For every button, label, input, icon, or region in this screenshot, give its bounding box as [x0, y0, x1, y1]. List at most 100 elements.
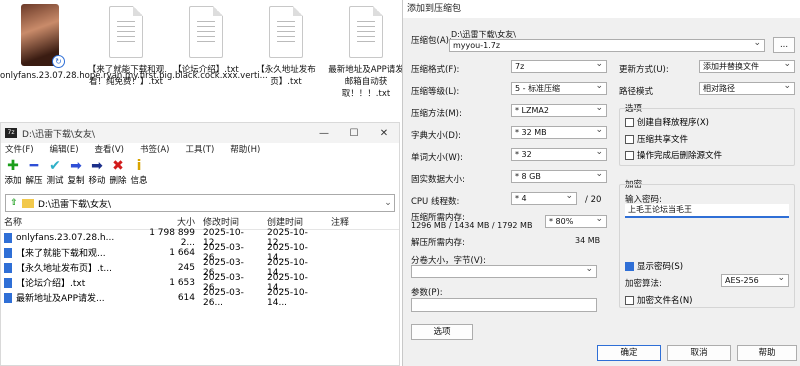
file-size: 1 664 — [169, 247, 195, 258]
file-name: 【永久地址发布页】.t... — [16, 264, 112, 274]
shared-files-checkbox[interactable]: 压缩共享文件 — [625, 133, 688, 145]
title-bar[interactable]: 7z D:\迅雷下载\女友\ — ☐ ✕ — [1, 123, 399, 143]
dict-select[interactable]: * 32 MB — [511, 125, 607, 139]
column-size[interactable]: 大小 — [147, 215, 199, 228]
menu-view[interactable]: 查看(V) — [95, 143, 124, 158]
maximize-button[interactable]: ☐ — [339, 128, 369, 139]
sfx-checkbox[interactable]: 创建自释放程序(X) — [625, 116, 709, 128]
dict-label: 字典大小(D): — [411, 131, 462, 141]
checkbox-box — [625, 261, 634, 271]
menu-bookmarks[interactable]: 书签(A) — [140, 143, 169, 158]
show-password-checkbox[interactable]: 显示密码(S) — [625, 260, 683, 272]
update-select[interactable]: 添加并替换文件 — [699, 59, 795, 73]
menu-help[interactable]: 帮助(H) — [230, 143, 260, 158]
desktop-icon-txt[interactable]: 【永久地址发布页】.txt — [246, 4, 326, 88]
mem-decomp-label: 解压所需内存: — [411, 238, 465, 248]
desktop-icon-video[interactable]: ↻ onlyfans.23.07.28.hope.ryan.my.first.b… — [0, 4, 268, 82]
file-name: 最新地址及APP请发... — [16, 294, 105, 304]
cancel-button[interactable]: 取消 — [667, 345, 731, 361]
move-button[interactable]: ➡ 移动 — [87, 158, 107, 192]
table-row[interactable]: 最新地址及APP请发... 614 2025-03-26... 2025-10-… — [1, 288, 399, 308]
format-select[interactable]: 7z — [511, 59, 607, 73]
desktop-icon-label: 【永久地址发布页】.txt — [256, 65, 316, 87]
toolbar: ✚ 添加 ━ 解压 ✔ 测试 ➡ 复制 ➡ 移动 ✖ 删除 i 信息 — [1, 158, 399, 192]
desktop-icon-txt[interactable]: 【来了就能下载和观看！纯免费！】.txt — [86, 4, 166, 88]
address-path[interactable]: D:\迅雷下载\女友\ — [38, 197, 382, 210]
desktop: ↻ onlyfans.23.07.28.hope.ryan.my.first.b… — [0, 0, 404, 122]
move-label: 移动 — [88, 176, 106, 186]
minimize-button[interactable]: — — [309, 128, 339, 139]
archive-name-input[interactable]: myyou-1.7z — [449, 38, 765, 52]
cpu-label: CPU 线程数: — [411, 197, 460, 207]
test-button[interactable]: ✔ 测试 — [45, 158, 65, 192]
file-manager-window: 7z D:\迅雷下载\女友\ — ☐ ✕ 文件(F) 编辑(E) 查看(V) 书… — [0, 122, 400, 366]
column-created[interactable]: 创建时间 — [263, 215, 327, 228]
delete-button[interactable]: ✖ 删除 — [108, 158, 128, 192]
copy-icon: ➡ — [70, 158, 82, 174]
column-comment[interactable]: 注释 — [327, 215, 387, 228]
file-size: 614 — [177, 292, 195, 303]
password-input[interactable]: 上毛王论坛当毛王 — [625, 204, 789, 218]
info-button[interactable]: i 信息 — [129, 158, 149, 192]
checkbox-label: 加密文件名(N) — [637, 296, 693, 306]
word-select[interactable]: * 32 — [511, 147, 607, 161]
file-name: 【来了就能下载和观... — [16, 249, 106, 259]
desktop-icon-txt[interactable]: 【论坛介绍】.txt — [166, 4, 246, 76]
level-select[interactable]: 5 - 标准压缩 — [511, 81, 607, 95]
delete-icon: ✖ — [112, 158, 124, 174]
path-mode-select[interactable]: 相对路径 — [699, 81, 795, 95]
desktop-icon-label: onlyfans.23.07.28.hope.ryan.my.first.big… — [0, 71, 268, 81]
add-button[interactable]: ✚ 添加 — [3, 158, 23, 192]
file-name: 【论坛介绍】.txt — [16, 279, 86, 289]
menu-file[interactable]: 文件(F) — [5, 143, 34, 158]
update-label: 更新方式(U): — [619, 65, 669, 75]
column-modified[interactable]: 修改时间 — [199, 215, 263, 228]
checkbox-box — [625, 117, 634, 127]
params-label: 参数(P): — [411, 288, 443, 298]
copy-button[interactable]: ➡ 复制 — [66, 158, 86, 192]
copy-label: 复制 — [67, 176, 85, 186]
cpu-select[interactable]: * 4 — [511, 191, 577, 205]
file-icon — [4, 292, 12, 303]
column-name[interactable]: 名称 — [1, 215, 147, 228]
file-icon — [4, 277, 12, 288]
file-size: 1 798 899 2... — [149, 227, 195, 248]
chevron-down-icon[interactable]: ⌄ — [382, 198, 394, 208]
desktop-icon-txt[interactable]: 最新地址及APP请发邮箱自动获取！！！.txt — [326, 4, 406, 100]
file-icon — [4, 232, 12, 243]
browse-button[interactable]: ... — [773, 37, 795, 53]
params-input[interactable] — [411, 298, 597, 312]
address-bar[interactable]: ⇧ D:\迅雷下载\女友\ ⌄ — [5, 194, 395, 212]
file-size: 245 — [177, 262, 195, 273]
file-icon — [4, 247, 12, 258]
split-select[interactable] — [411, 264, 597, 278]
checkbox-label: 创建自释放程序(X) — [637, 118, 709, 128]
menu-tools[interactable]: 工具(T) — [185, 143, 214, 158]
ok-button[interactable]: 确定 — [597, 345, 661, 361]
word-label: 单词大小(W): — [411, 153, 463, 163]
menu-bar: 文件(F) 编辑(E) 查看(V) 书签(A) 工具(T) 帮助(H) — [1, 143, 399, 158]
level-label: 压缩等级(L): — [411, 87, 460, 97]
add-icon: ✚ — [7, 158, 19, 174]
method-label: 压缩方法(M): — [411, 109, 462, 119]
extract-button[interactable]: ━ 解压 — [24, 158, 44, 192]
enc-method-label: 加密算法: — [625, 279, 662, 289]
delete-after-checkbox[interactable]: 操作完成后删除源文件 — [625, 149, 722, 161]
delete-label: 删除 — [109, 176, 127, 186]
test-label: 测试 — [46, 176, 64, 186]
help-button[interactable]: 帮助 — [737, 345, 797, 361]
close-button[interactable]: ✕ — [369, 128, 399, 139]
enc-method-select[interactable]: AES-256 — [721, 273, 789, 287]
options-button[interactable]: 选项 — [411, 324, 473, 340]
mem-usage-select[interactable]: * 80% — [545, 214, 607, 228]
up-arrow-icon[interactable]: ⇧ — [6, 198, 22, 208]
mem-comp-detail: 1296 MB / 1434 MB / 1792 MB — [411, 221, 533, 230]
add-to-archive-dialog: 添加到压缩包 压缩包(A): D:\迅雷下载\女友\ myyou-1.7z ..… — [402, 0, 800, 366]
desktop-icon-label: 【论坛介绍】.txt — [173, 65, 239, 75]
solid-select[interactable]: * 8 GB — [511, 169, 607, 183]
method-select[interactable]: * LZMA2 — [511, 103, 607, 117]
encrypt-names-checkbox[interactable]: 加密文件名(N) — [625, 294, 693, 306]
extract-label: 解压 — [25, 176, 43, 186]
text-file-icon — [349, 6, 383, 58]
menu-edit[interactable]: 编辑(E) — [50, 143, 79, 158]
